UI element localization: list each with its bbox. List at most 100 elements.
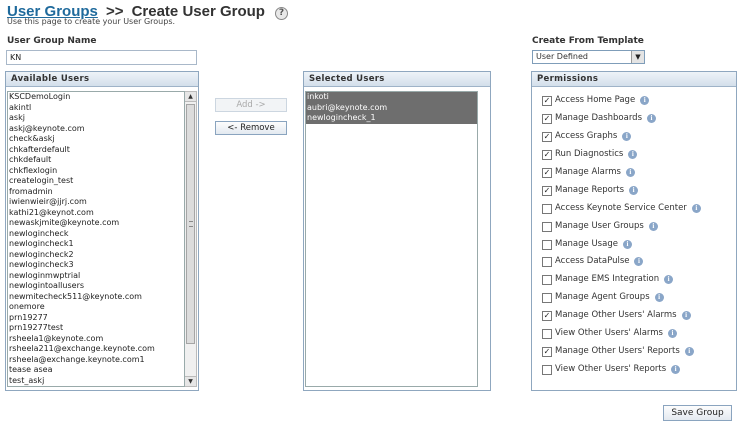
available-user-item[interactable]: newlogintoallusers [8, 281, 184, 292]
permission-checkbox[interactable] [542, 347, 552, 358]
permission-label-text: Manage Alarms [555, 166, 621, 177]
permission-checkbox[interactable] [542, 203, 552, 214]
permission-checkbox[interactable] [542, 239, 552, 250]
available-user-item[interactable]: chkflexlogin [8, 166, 184, 177]
scrollbar-thumb[interactable] [186, 104, 195, 344]
available-user-item[interactable]: newaskjmite@keynote.com [8, 218, 184, 229]
info-icon[interactable]: i [664, 275, 674, 285]
permission-checkbox[interactable] [542, 293, 552, 304]
permission-checkbox[interactable] [542, 185, 552, 196]
selected-user-item[interactable]: inkoti [306, 92, 477, 103]
chevron-down-icon[interactable]: ▼ [631, 51, 644, 63]
permission-label-text: Manage User Groups [555, 220, 644, 231]
info-icon[interactable]: i [647, 113, 657, 123]
permission-label-text: Manage EMS Integration [555, 274, 660, 285]
permission-checkbox[interactable] [542, 311, 552, 322]
info-icon[interactable]: i [622, 131, 632, 141]
help-icon[interactable]: ? [275, 7, 289, 20]
info-icon[interactable]: i [622, 239, 632, 249]
permission-label: Manage Usage i [555, 239, 632, 249]
permission-label-text: Access Home Page [555, 95, 636, 105]
permission-checkbox[interactable] [542, 113, 552, 124]
available-user-item[interactable]: kathi21@keynot.com [8, 208, 184, 219]
permission-label-text: Access Graphs [555, 130, 618, 141]
available-user-item[interactable]: askj@keynote.com [8, 124, 184, 135]
user-group-name-input[interactable] [6, 50, 197, 65]
info-icon[interactable]: i [671, 365, 681, 375]
available-user-item[interactable]: chkafterdefault [8, 145, 184, 156]
info-icon[interactable]: i [640, 96, 650, 105]
info-icon[interactable]: i [684, 347, 694, 357]
info-icon[interactable]: i [654, 293, 664, 303]
selected-users-panel: Selected Users inkoti aubri@keynote.com ne… [303, 71, 491, 391]
available-user-item[interactable]: rsheela211@exchange.keynote.com [8, 344, 184, 355]
available-user-item[interactable]: newmitecheck511@keynote.com [8, 292, 184, 303]
permission-checkbox[interactable] [542, 131, 552, 142]
permission-checkbox[interactable] [542, 221, 552, 232]
available-user-item[interactable]: askj [8, 113, 184, 124]
selected-user-item[interactable]: aubri@keynote.com [306, 102, 477, 113]
add-button[interactable]: Add -> [215, 98, 287, 112]
info-icon[interactable]: i [625, 167, 635, 177]
permission-checkbox[interactable] [542, 96, 552, 106]
available-user-item[interactable]: rsheela@exchange.keynote.com1 [8, 355, 184, 366]
available-user-item[interactable]: prn19277test [8, 323, 184, 334]
permission-label-text: Manage Reports [555, 184, 625, 195]
permission-checkbox[interactable] [542, 167, 552, 178]
info-icon[interactable]: i [629, 185, 639, 195]
available-user-item[interactable]: newloginmwptrial [8, 271, 184, 282]
permission-checkbox[interactable] [542, 365, 552, 376]
permission-label: Access Home Page i [555, 95, 650, 105]
permission-label: Manage Reports i [555, 184, 639, 195]
available-users-list[interactable]: KSCDemoLogin akintl askj askj@keynote.com ch… [7, 91, 185, 387]
available-user-item[interactable]: check&askj [8, 134, 184, 145]
save-group-button[interactable]: Save Group [663, 405, 732, 421]
available-user-item[interactable]: KSCDemoLogin [8, 92, 184, 103]
permission-checkbox[interactable] [542, 149, 552, 160]
permission-label-text: Manage Other Users' Reports [555, 346, 680, 357]
permission-checkbox[interactable] [542, 329, 552, 340]
permission-label: Manage Dashboards i [555, 112, 657, 123]
permission-label: Manage Agent Groups i [555, 292, 664, 303]
available-user-item[interactable]: newlogincheck2 [8, 250, 184, 261]
permission-label: View Other Users' Alarms i [555, 328, 677, 339]
permission-label-text: Manage Other Users' Alarms [555, 310, 677, 321]
available-user-item[interactable]: iwienwieir@jjrj.com [8, 197, 184, 208]
available-user-item[interactable]: onemore [8, 302, 184, 313]
permission-label: View Other Users' Reports i [555, 364, 681, 375]
selected-users-title: Selected Users [304, 72, 490, 87]
available-user-item[interactable]: rsheela1@keynote.com [8, 334, 184, 345]
available-user-item[interactable]: newlogincheck [8, 229, 184, 240]
available-user-item[interactable]: tease asea [8, 365, 184, 376]
permission-checkbox[interactable] [542, 257, 552, 268]
selected-user-item[interactable]: newlogincheck_1 [306, 113, 477, 124]
available-user-item[interactable]: akintl [8, 103, 184, 114]
available-user-item[interactable]: newlogincheck1 [8, 239, 184, 250]
template-label: Create From Template [532, 36, 644, 46]
permission-checkbox[interactable] [542, 275, 552, 286]
info-icon[interactable]: i [691, 203, 701, 213]
permission-label-text: Access Keynote Service Center [555, 202, 687, 213]
available-user-item[interactable]: chkdefault [8, 155, 184, 166]
permission-label-text: Manage Dashboards [555, 112, 643, 123]
scroll-up-icon[interactable]: ▲ [185, 92, 196, 102]
available-user-item[interactable]: newlogincheck3 [8, 260, 184, 271]
available-user-item[interactable]: prn19277 [8, 313, 184, 324]
permission-label: Manage Alarms i [555, 167, 635, 177]
available-user-item[interactable]: test_askj [8, 376, 184, 387]
selected-users-list[interactable]: inkoti aubri@keynote.com newlogincheck_1 [305, 91, 478, 387]
permissions-title: Permissions [532, 72, 736, 87]
info-icon[interactable]: i [648, 221, 658, 231]
info-icon[interactable]: i [634, 257, 644, 267]
available-users-scrollbar[interactable]: ▲ ▼ [185, 91, 197, 387]
permission-label: Manage User Groups i [555, 221, 658, 231]
available-user-item[interactable]: fromadmin [8, 187, 184, 198]
template-select[interactable]: User Defined ▼ [532, 50, 645, 64]
available-user-item[interactable]: createlogin_test [8, 176, 184, 187]
remove-button[interactable]: <- Remove [215, 121, 287, 135]
info-icon[interactable]: i [681, 311, 691, 321]
available-user-item[interactable]: test_askj_ug [8, 386, 184, 387]
info-icon[interactable]: i [628, 149, 638, 159]
info-icon[interactable]: i [668, 329, 677, 339]
scroll-down-icon[interactable]: ▼ [185, 376, 196, 386]
